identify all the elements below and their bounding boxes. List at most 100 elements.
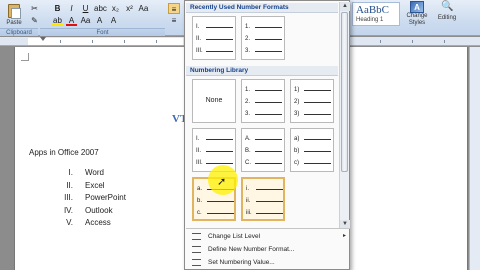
tile-number-label: 2.	[245, 36, 251, 42]
list-item[interactable]: III. PowerPoint	[53, 192, 126, 205]
font-format-button[interactable]: U	[80, 3, 91, 14]
style-name: Heading 1	[356, 17, 384, 23]
numbering-format-tile[interactable]: 1) 2) 3)	[290, 79, 334, 123]
paste-label: Paste	[6, 20, 22, 26]
tile-row: 3.	[245, 47, 282, 55]
list-level-icon	[192, 233, 201, 240]
scroll-up-icon[interactable]: ▲	[340, 2, 350, 11]
vertical-scrollbar[interactable]	[469, 47, 480, 270]
quick-style-heading1[interactable]: AaBbC Heading 1	[352, 2, 400, 26]
numbering-format-tile[interactable]: I. II. III.	[192, 128, 236, 172]
list-item[interactable]: V. Access	[53, 217, 126, 230]
font-color-button[interactable]: Aa	[80, 15, 91, 26]
submenu-arrow-icon: ▸	[342, 233, 346, 239]
list-item[interactable]: I. Word	[53, 167, 126, 180]
tile-row: 1.	[245, 23, 282, 31]
format-painter-icon[interactable]: ✎	[29, 15, 40, 26]
tile-number-label: 2.	[245, 99, 251, 105]
tile-number-label: I.	[196, 136, 200, 142]
numbering-format-tile[interactable]: i. ii. iii.	[241, 177, 285, 221]
font-color-button[interactable]: A	[94, 15, 105, 26]
numbering-format-tile[interactable]: 1. 2. 3.	[241, 16, 285, 60]
numbering-button[interactable]: ≡	[168, 3, 180, 14]
tile-row: a)	[294, 135, 331, 143]
tile-row: II.	[196, 147, 233, 155]
menu-item-label: Set Numbering Value...	[208, 259, 275, 266]
tile-row: 2.	[245, 98, 282, 106]
font-format-button[interactable]: B	[52, 3, 63, 14]
font-color-row: ab A Aa A A	[52, 15, 119, 26]
tile-row: iii.	[246, 209, 283, 217]
font-format-button[interactable]: Aa	[138, 3, 149, 14]
tile-row: b)	[294, 147, 331, 155]
tile-row: A.	[245, 135, 282, 143]
numbering-gallery-dropdown: Recently Used Number Formats I. II. III. 1.…	[184, 0, 350, 270]
font-color-button[interactable]: A	[66, 15, 77, 26]
numbering-format-tile[interactable]: a) b) c)	[290, 128, 334, 172]
numbered-list[interactable]: I. Word II. Excel III. PowerPoint IV. Outlook V.…	[53, 167, 126, 230]
tile-row: 2.	[245, 35, 282, 43]
tile-number-label: B.	[245, 148, 251, 154]
list-item-number: I.	[68, 168, 73, 177]
list-item[interactable]: IV. Outlook	[53, 205, 126, 218]
scroll-thumb[interactable]	[341, 12, 348, 172]
menu-item[interactable]: Set Numbering Value...	[186, 256, 350, 269]
tile-number-label: b)	[294, 148, 300, 154]
tile-row: 1.	[245, 86, 282, 94]
font-format-row: B I Uabc x₂ x² Aa	[52, 3, 149, 14]
menu-item-label: Change List Level	[208, 233, 261, 240]
tile-number-label: c)	[294, 160, 299, 166]
list-item-text: PowerPoint	[85, 193, 126, 202]
define-format-icon	[192, 246, 201, 253]
gallery-scrollbar[interactable]: ▲ ▼	[339, 2, 350, 229]
tile-row: I.	[196, 135, 233, 143]
menu-item[interactable]: Define New Number Format...	[186, 243, 350, 256]
list-item-text: Access	[85, 218, 111, 227]
tile-number-label: 3.	[245, 48, 251, 54]
font-format-button[interactable]: I	[66, 3, 77, 14]
tile-row: C.	[245, 159, 282, 167]
font-color-button[interactable]: A	[108, 15, 119, 26]
numbering-format-tile[interactable]: A. B. C.	[241, 128, 285, 172]
tile-number-label: 1)	[294, 87, 300, 93]
paste-button[interactable]: Paste	[2, 2, 26, 27]
tile-number-label: 2)	[294, 99, 300, 105]
list-item-text: Word	[85, 168, 104, 177]
numbering-none-tile[interactable]: None	[192, 79, 236, 123]
list-item-text: Excel	[85, 180, 105, 190]
numbering-format-tile[interactable]: I. II. III.	[192, 16, 236, 60]
tile-number-label: 1.	[245, 24, 251, 30]
editing-button[interactable]: 🔍 Editing	[434, 1, 460, 27]
tile-row: ii.	[246, 197, 283, 205]
list-item-text: Outlook	[85, 205, 113, 215]
numbering-value-icon	[192, 259, 201, 266]
align-left-icon[interactable]: ≡	[168, 15, 180, 26]
tile-row: 3.	[245, 110, 282, 118]
none-label: None	[205, 97, 223, 104]
numbering-library-header: Numbering Library	[186, 66, 338, 76]
tile-row: c.	[197, 209, 234, 217]
document-heading: Apps in Office 2007	[29, 148, 99, 157]
list-item-number: II.	[66, 180, 73, 190]
tile-row: 1)	[294, 86, 331, 94]
numbering-format-tile[interactable]: 1. 2. 3.	[241, 79, 285, 123]
tile-row: b.	[197, 197, 234, 205]
font-color-button[interactable]: ab	[52, 15, 63, 26]
font-format-button[interactable]: x²	[124, 3, 135, 14]
change-styles-button[interactable]: A Change Styles	[402, 1, 432, 27]
style-sample: AaBbC	[356, 4, 389, 16]
tile-number-label: 3.	[245, 111, 251, 117]
font-format-button[interactable]: x₂	[110, 3, 121, 14]
list-item-number: V.	[66, 218, 73, 227]
cut-icon[interactable]: ✂	[29, 3, 40, 14]
menu-item[interactable]: Change List Level ▸	[186, 230, 350, 243]
margin-corner	[21, 53, 29, 61]
font-format-button[interactable]: abc	[94, 3, 107, 14]
list-item[interactable]: II. Excel	[53, 180, 126, 193]
tile-number-label: 1.	[245, 87, 251, 93]
indent-marker[interactable]	[40, 37, 46, 41]
tile-number-label: C.	[245, 160, 251, 166]
binoculars-icon: 🔍	[441, 1, 454, 12]
tile-row: III.	[196, 47, 233, 55]
recent-formats-header: Recently Used Number Formats	[186, 3, 338, 13]
